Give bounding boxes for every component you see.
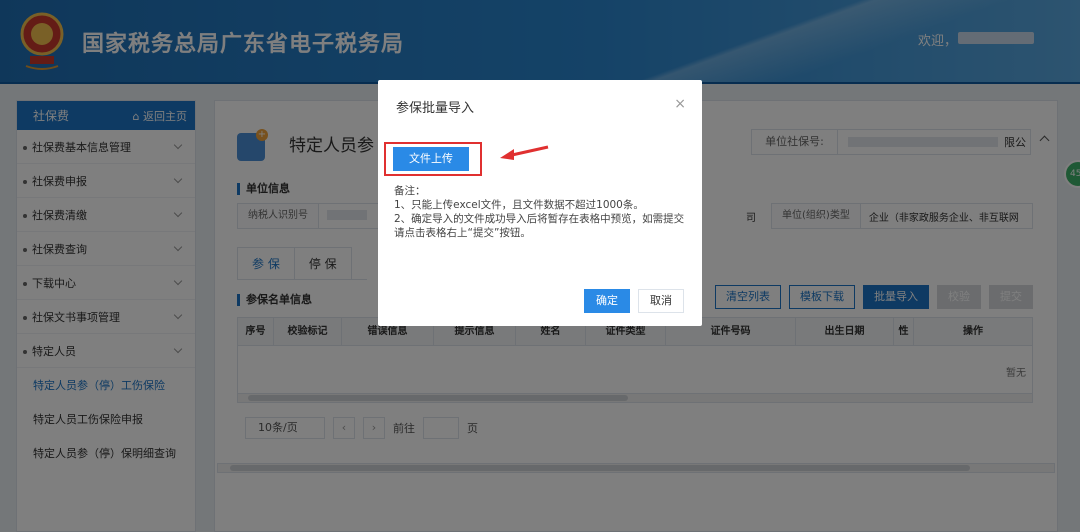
dialog-title: 参保批量导入	[396, 101, 475, 116]
red-arrow-icon	[500, 145, 549, 160]
batch-import-dialog: 参保批量导入 × 文件上传 备注： 1、只能上传excel文件，且文件数据不超过…	[378, 80, 702, 326]
close-icon[interactable]: ×	[674, 96, 686, 112]
confirm-button[interactable]: 确定	[584, 289, 630, 313]
cancel-button[interactable]: 取消	[638, 289, 684, 313]
note-text: 备注： 1、只能上传excel文件，且文件数据不超过1000条。 2、确定导入的…	[394, 185, 685, 239]
file-upload-button[interactable]: 文件上传	[393, 147, 469, 171]
